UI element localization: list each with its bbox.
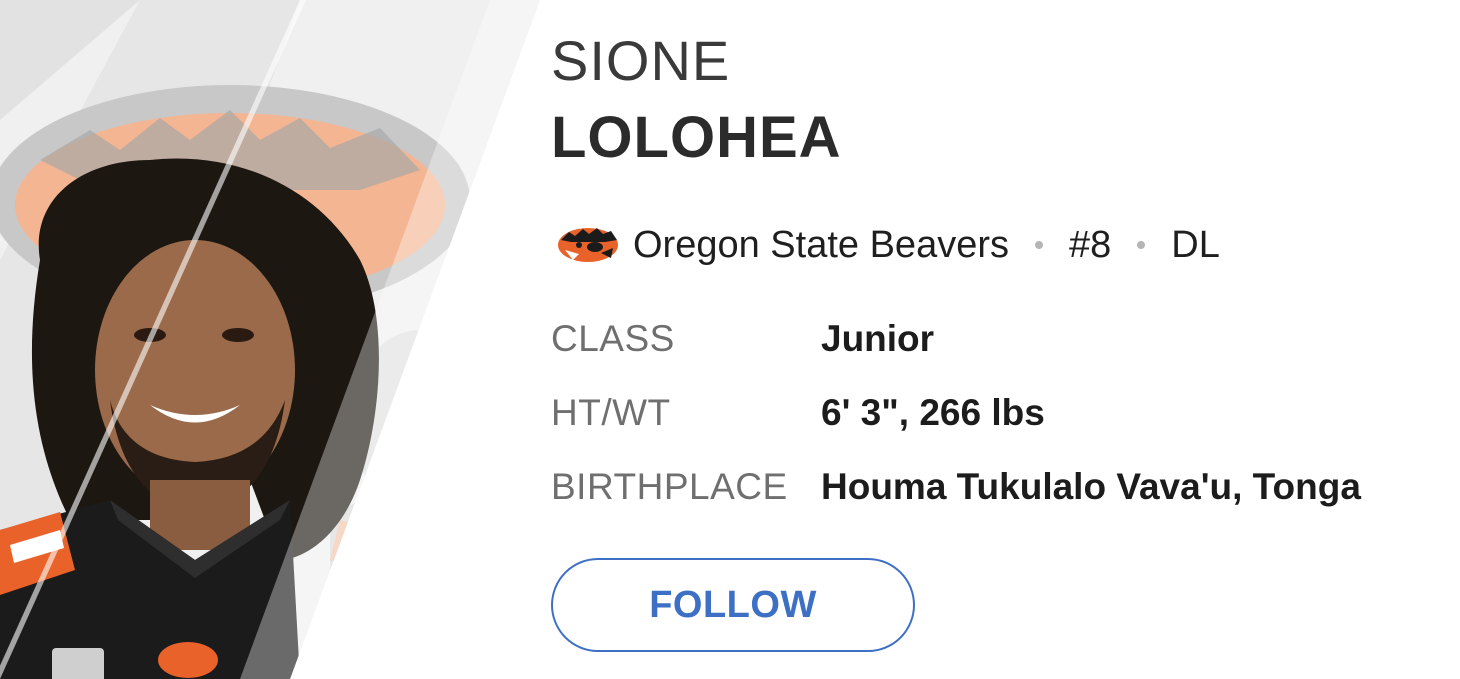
player-info: SIONE LOLOHEA Oregon State Beavers #8 DL bbox=[551, 0, 1431, 679]
separator-dot bbox=[1035, 241, 1043, 249]
stat-label: HT/WT bbox=[551, 392, 671, 433]
player-hero bbox=[0, 0, 560, 679]
player-headshot bbox=[0, 0, 540, 679]
team-line: Oregon State Beavers #8 DL bbox=[555, 218, 1220, 272]
jersey-number: #8 bbox=[1069, 223, 1112, 266]
follow-button[interactable]: FOLLOW bbox=[551, 558, 915, 652]
team-name-link[interactable]: Oregon State Beavers bbox=[633, 224, 1009, 267]
stat-value: Junior bbox=[821, 318, 935, 359]
player-header-card: SIONE LOLOHEA Oregon State Beavers #8 DL bbox=[0, 0, 1460, 679]
stat-value: 6' 3", 266 lbs bbox=[821, 392, 1045, 433]
oregon-state-beaver-logo-icon[interactable] bbox=[555, 220, 621, 270]
stat-value: Houma Tukulalo Vava'u, Tonga bbox=[821, 466, 1361, 507]
player-last-name: LOLOHEA bbox=[551, 105, 842, 170]
player-first-name: SIONE bbox=[551, 29, 731, 92]
stat-label: CLASS bbox=[551, 318, 675, 359]
stat-label: BIRTHPLACE bbox=[551, 466, 788, 507]
separator-dot bbox=[1137, 241, 1146, 249]
player-position: DL bbox=[1171, 223, 1220, 266]
